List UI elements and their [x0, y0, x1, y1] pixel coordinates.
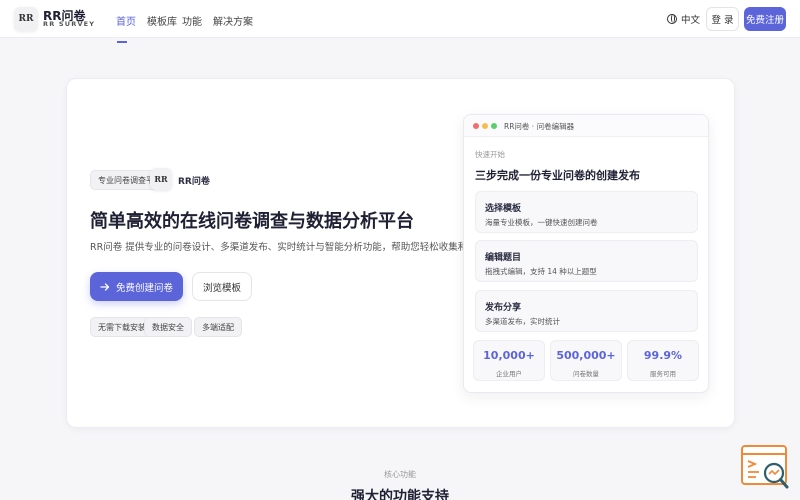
step-title: 编辑题目: [485, 253, 522, 263]
stat-value: 99.9%: [643, 349, 683, 362]
arrow-right-icon: [100, 282, 110, 291]
preview-window-title: RR问卷 · 问卷编辑器: [504, 122, 575, 131]
nav-item-home[interactable]: 首页: [116, 13, 136, 28]
feature-pill: 多端适配: [194, 317, 242, 337]
step-title: 发布分享: [485, 303, 522, 313]
active-nav-indicator: [117, 41, 127, 43]
top-navbar: RR RR问卷 RR SURVEY 首页 模板库 功能 解决方案 中文 登 录 …: [0, 0, 800, 38]
create-survey-button[interactable]: 免费创建问卷: [90, 272, 183, 301]
step-desc: 多渠道发布，实时统计: [485, 317, 560, 326]
create-survey-label: 免费创建问卷: [115, 282, 173, 294]
window-close-dot: [473, 123, 479, 129]
step-card: 选择模板 海量专业模板，一键快速创建问卷: [475, 191, 698, 233]
globe-icon: [667, 14, 677, 24]
brand-subtitle: RR SURVEY: [43, 20, 96, 28]
language-switch[interactable]: 中文: [667, 12, 700, 26]
preview-titlebar: RR问卷 · 问卷编辑器: [464, 115, 708, 137]
section-title: 强大的功能支持: [351, 489, 449, 500]
hero-brand-name: RR问卷: [178, 177, 210, 187]
stat-card: 500,000+ 问卷数量: [550, 340, 622, 381]
step-desc: 拖拽式编辑，支持 14 种以上题型: [485, 267, 597, 276]
stat-value: 500,000+: [556, 349, 616, 362]
hero-brand-logo: RR: [150, 168, 172, 190]
step-desc: 海量专业模板，一键快速创建问卷: [485, 218, 598, 227]
window-maximize-dot: [491, 123, 497, 129]
stat-card: 99.9% 服务可用: [627, 340, 699, 381]
search-data-icon[interactable]: [741, 445, 790, 490]
stat-label: 服务可用: [650, 370, 676, 378]
preview-heading: 三步完成一份专业问卷的创建发布: [475, 169, 640, 182]
login-button[interactable]: 登 录: [706, 7, 739, 31]
register-button[interactable]: 免费注册: [744, 7, 786, 31]
step-card: 发布分享 多渠道发布，实时统计: [475, 290, 698, 332]
stat-value: 10,000+: [483, 349, 535, 362]
nav-item-features[interactable]: 功能: [182, 13, 202, 28]
section-label: 核心功能: [384, 470, 416, 479]
nav-item-templates[interactable]: 模板库: [147, 13, 177, 28]
hero-title: 简单高效的在线问卷调查与数据分析平台: [90, 211, 414, 232]
step-card: 编辑题目 拖拽式编辑，支持 14 种以上题型: [475, 240, 698, 282]
feature-pill: 数据安全: [144, 317, 192, 337]
language-label: 中文: [681, 15, 701, 26]
preview-label: 快速开始: [475, 150, 505, 159]
stat-label: 企业用户: [496, 370, 522, 378]
nav-item-solutions[interactable]: 解决方案: [213, 13, 253, 28]
brand-logo[interactable]: RR: [14, 7, 38, 31]
stat-card: 10,000+ 企业用户: [473, 340, 545, 381]
stat-label: 问卷数量: [573, 370, 599, 378]
editor-preview-window: RR问卷 · 问卷编辑器 快速开始 三步完成一份专业问卷的创建发布 选择模板 海…: [463, 114, 709, 393]
window-minimize-dot: [482, 123, 488, 129]
browse-templates-button[interactable]: 浏览模板: [192, 272, 252, 301]
step-title: 选择模板: [485, 204, 522, 214]
